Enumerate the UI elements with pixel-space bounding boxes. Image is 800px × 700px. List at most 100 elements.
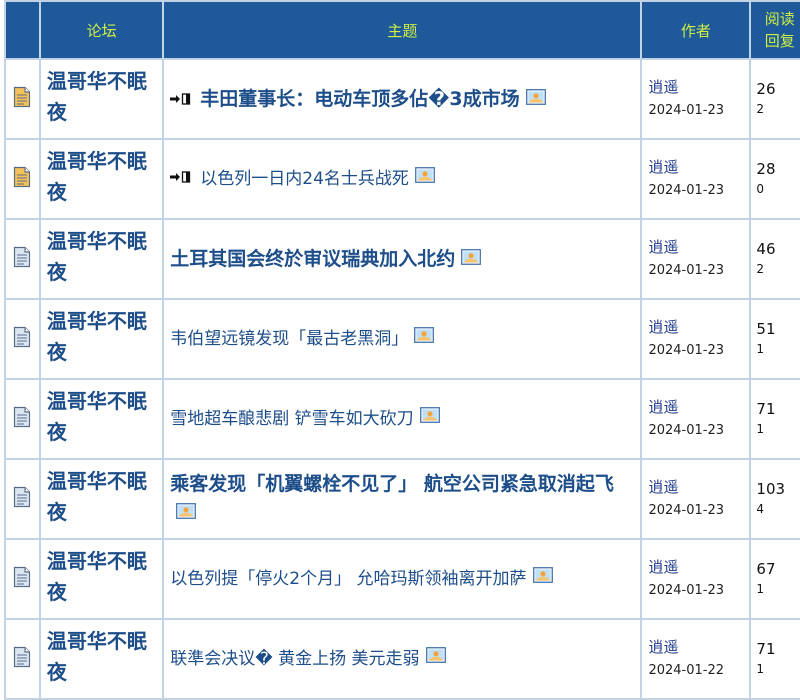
post-date: 2024-01-23 (648, 343, 725, 358)
image-attachment-icon (414, 324, 435, 353)
reply-count: 1 (756, 582, 765, 596)
stats-cell: 71 1 (751, 380, 800, 458)
forum-name-link[interactable]: 温哥华不眠夜 (40, 140, 163, 218)
table-row[interactable]: 温哥华不眠夜 乘客发现「机翼螺栓不见了」 航空公司紧急取消起飞 逍遥 2024-… (6, 460, 800, 538)
forum-name-link[interactable]: 温哥华不眠夜 (40, 620, 163, 698)
post-date: 2024-01-23 (648, 583, 725, 598)
header-topic[interactable]: 主题 (164, 2, 641, 58)
topic-title-link[interactable]: 丰田董事长：电动车顶多佔�3成市场 (200, 88, 519, 110)
forum-name-link[interactable]: 温哥华不眠夜 (40, 540, 163, 618)
topic-title-link[interactable]: 乘客发现「机翼螺栓不见了」 航空公司紧急取消起飞 (170, 473, 614, 495)
header-author[interactable]: 作者 (642, 2, 750, 58)
post-date: 2024-01-22 (648, 663, 725, 678)
topic-table: 论坛 主题 作者 阅读 回复 温哥华不眠夜 丰田董事长：电动车顶多佔�3成市场 … (4, 0, 800, 700)
author-cell: 逍遥 2024-01-23 (642, 380, 750, 458)
view-count: 71 (756, 640, 776, 658)
topic-document-icon (13, 646, 31, 672)
image-attachment-icon (532, 564, 553, 593)
topic-status-cell (6, 540, 39, 618)
reply-count: 1 (756, 342, 765, 356)
image-attachment-icon (425, 644, 446, 673)
author-link[interactable]: 逍遥 (648, 235, 749, 259)
author-link[interactable]: 逍遥 (648, 555, 749, 579)
stats-cell: 103 4 (751, 460, 800, 538)
table-row[interactable]: 温哥华不眠夜 土耳其国会终於审议瑞典加入北约 逍遥 2024-01-23 46 … (6, 220, 800, 298)
header-forum[interactable]: 论坛 (40, 2, 163, 58)
forum-name-link[interactable]: 温哥华不眠夜 (40, 380, 163, 458)
forum-name[interactable]: 温哥华不眠夜 (47, 629, 147, 684)
stats-cell: 71 1 (751, 620, 800, 698)
topic-cell: 以色列一日内24名士兵战死 (164, 140, 641, 218)
forum-name-link[interactable]: 温哥华不眠夜 (40, 300, 163, 378)
topic-document-icon (13, 86, 31, 112)
topic-title-link[interactable]: 以色列提「停火2个月」 允哈玛斯领袖离开加萨 (170, 569, 526, 589)
topic-document-icon (13, 566, 31, 592)
author-cell: 逍遥 2024-01-23 (642, 300, 750, 378)
topic-cell: 乘客发现「机翼螺栓不见了」 航空公司紧急取消起飞 (164, 460, 641, 538)
topic-status-cell (6, 620, 39, 698)
forum-name-link[interactable]: 温哥华不眠夜 (40, 60, 163, 138)
post-date: 2024-01-23 (648, 103, 725, 118)
topic-title-link[interactable]: 雪地超车酿悲剧 铲雪车如大砍刀 (170, 409, 413, 429)
table-row[interactable]: 温哥华不眠夜 以色列提「停火2个月」 允哈玛斯领袖离开加萨 逍遥 2024-01… (6, 540, 800, 618)
reply-count: 0 (756, 182, 765, 196)
view-count: 26 (756, 80, 776, 98)
author-link[interactable]: 逍遥 (648, 475, 749, 499)
topic-title-link[interactable]: 联準会决议� 黄金上扬 美元走弱 (170, 649, 419, 669)
topic-status-cell (6, 140, 39, 218)
forum-name-link[interactable]: 温哥华不眠夜 (40, 460, 163, 538)
stats-cell: 28 0 (751, 140, 800, 218)
view-count: 51 (756, 320, 776, 338)
forum-name[interactable]: 温哥华不眠夜 (47, 229, 147, 284)
view-count: 71 (756, 400, 776, 418)
post-date: 2024-01-23 (648, 263, 725, 278)
topic-cell: 雪地超车酿悲剧 铲雪车如大砍刀 (164, 380, 641, 458)
topic-cell: 韦伯望远镜发现「最古老黑洞」 (164, 300, 641, 378)
forum-name[interactable]: 温哥华不眠夜 (47, 149, 147, 204)
forum-name[interactable]: 温哥华不眠夜 (47, 469, 147, 524)
forum-name[interactable]: 温哥华不眠夜 (47, 309, 147, 364)
author-link[interactable]: 逍遥 (648, 315, 749, 339)
forum-name-link[interactable]: 温哥华不眠夜 (40, 220, 163, 298)
image-attachment-icon (419, 404, 440, 433)
image-attachment-icon (415, 164, 435, 193)
author-cell: 逍遥 2024-01-23 (642, 60, 750, 138)
topic-document-icon (13, 326, 31, 352)
reply-count: 4 (756, 502, 765, 516)
post-date: 2024-01-23 (648, 423, 725, 438)
author-cell: 逍遥 2024-01-23 (642, 460, 750, 538)
forum-name[interactable]: 温哥华不眠夜 (47, 69, 147, 124)
forum-name[interactable]: 温哥华不眠夜 (47, 549, 147, 604)
view-count: 103 (756, 480, 786, 498)
forum-name[interactable]: 温哥华不眠夜 (47, 389, 147, 444)
table-row[interactable]: 温哥华不眠夜 韦伯望远镜发现「最古老黑洞」 逍遥 2024-01-23 51 1 (6, 300, 800, 378)
author-cell: 逍遥 2024-01-23 (642, 140, 750, 218)
author-link[interactable]: 逍遥 (648, 395, 749, 419)
topic-status-cell (6, 380, 39, 458)
topic-title-link[interactable]: 土耳其国会终於审议瑞典加入北约 (170, 248, 455, 270)
stats-cell: 26 2 (751, 60, 800, 138)
header-stats[interactable]: 阅读 回复 (751, 2, 800, 58)
author-link[interactable]: 逍遥 (648, 75, 749, 99)
view-count: 46 (756, 240, 776, 258)
author-link[interactable]: 逍遥 (648, 155, 749, 179)
topic-document-icon (13, 166, 31, 192)
author-link[interactable]: 逍遥 (648, 635, 749, 659)
reply-count: 2 (756, 262, 765, 276)
topic-document-icon (13, 246, 31, 272)
header-views[interactable]: 阅读 (765, 10, 795, 28)
author-cell: 逍遥 2024-01-23 (642, 540, 750, 618)
table-row[interactable]: 温哥华不眠夜 联準会决议� 黄金上扬 美元走弱 逍遥 2024-01-22 71… (6, 620, 800, 698)
topic-title-link[interactable]: 以色列一日内24名士兵战死 (200, 169, 409, 189)
stats-cell: 46 2 (751, 220, 800, 298)
table-row[interactable]: 温哥华不眠夜 丰田董事长：电动车顶多佔�3成市场 逍遥 2024-01-23 2… (6, 60, 800, 138)
header-replies[interactable]: 回复 (765, 32, 795, 50)
topic-title-link[interactable]: 韦伯望远镜发现「最古老黑洞」 (170, 329, 408, 349)
author-cell: 逍遥 2024-01-22 (642, 620, 750, 698)
table-row[interactable]: 温哥华不眠夜 以色列一日内24名士兵战死 逍遥 2024-01-23 28 0 (6, 140, 800, 218)
topic-cell: 以色列提「停火2个月」 允哈玛斯领袖离开加萨 (164, 540, 641, 618)
post-date: 2024-01-23 (648, 503, 725, 518)
table-row[interactable]: 温哥华不眠夜 雪地超车酿悲剧 铲雪车如大砍刀 逍遥 2024-01-23 71 … (6, 380, 800, 458)
reply-count: 1 (756, 422, 765, 436)
topic-document-icon (13, 406, 31, 432)
